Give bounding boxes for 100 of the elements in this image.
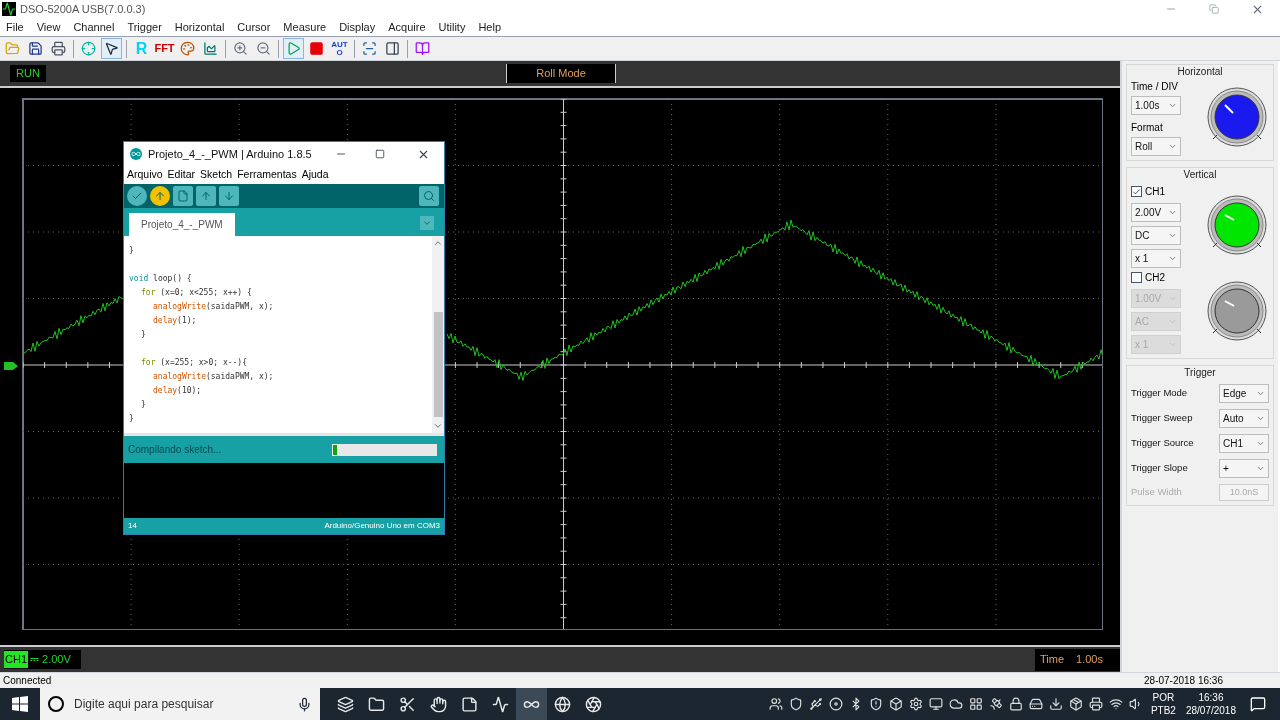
dropdown[interactable]: DC — [1131, 226, 1181, 245]
dropdown[interactable]: Roll — [1131, 137, 1181, 156]
menu-item[interactable]: Channel — [73, 18, 115, 36]
run-status: RUN — [10, 65, 46, 82]
menu-item[interactable]: Editar — [167, 167, 196, 183]
field-label: Trigger Sweep — [1131, 411, 1193, 426]
waveform-app-icon — [492, 695, 509, 713]
dropdown[interactable]: Edge — [1219, 384, 1269, 403]
disc-icon[interactable] — [828, 697, 843, 711]
monitor-icon[interactable] — [928, 697, 943, 711]
menu-item[interactable]: Cursor — [237, 18, 271, 36]
shield-alert-icon[interactable] — [868, 697, 883, 711]
people-icon[interactable] — [768, 697, 783, 711]
package-icon[interactable] — [1068, 697, 1083, 711]
field-label: Trigger Source — [1131, 436, 1194, 451]
menu-item[interactable]: Acquire — [388, 18, 426, 36]
code-line: } — [141, 399, 146, 411]
lock-icon[interactable] — [1008, 697, 1023, 711]
scissors-icon — [399, 695, 416, 713]
box-icon[interactable] — [888, 697, 903, 711]
menu-item[interactable]: Measure — [283, 18, 327, 36]
mode-indicator: Roll Mode — [506, 64, 616, 83]
channel-badge: CH1 — [4, 651, 28, 668]
menu-item[interactable]: Ajuda — [301, 167, 329, 183]
menu-item[interactable]: Arquivo — [127, 167, 163, 183]
dropdown[interactable]: CH1 — [1219, 434, 1269, 453]
wifi-icon[interactable] — [1108, 697, 1123, 711]
menu-item[interactable]: File — [6, 18, 24, 36]
toolbar-button[interactable]: AUTO — [329, 38, 350, 59]
caret-icon — [1256, 389, 1265, 398]
time-value: 1.00s — [1076, 652, 1103, 668]
shield-icon[interactable] — [788, 697, 803, 711]
input-language[interactable]: POR — [1152, 691, 1175, 704]
menu-item[interactable]: Help — [478, 18, 502, 36]
sketch-tab[interactable]: Projeto_4_-_PWM — [129, 213, 235, 236]
checkbox[interactable] — [1131, 186, 1142, 197]
code-editor[interactable]: } void loop() { for (x=0; x<255; x++) { analogWrite(saidaPWM, x); delay(1); } for (x=255; x>0; x--){ analogWrite(saidaPWM, x); delay(10); } } — [124, 236, 432, 433]
keyboard-layout[interactable]: PTB2 — [1150, 704, 1176, 717]
code-line: for (x=255; x>0; x--){ — [141, 357, 247, 369]
dropdown[interactable]: + — [1219, 459, 1269, 478]
connection-status: Connected — [3, 674, 52, 688]
start-icon[interactable] — [12, 696, 28, 712]
capture-icon — [362, 41, 377, 56]
channel-knob[interactable] — [1205, 195, 1269, 257]
usb-icon[interactable] — [808, 697, 823, 711]
field-label: Time / DIV — [1131, 80, 1179, 94]
dropdown[interactable]: 2.00V — [1131, 203, 1181, 222]
field-label: Trigger Slope — [1131, 461, 1188, 476]
caret-icon — [1168, 254, 1177, 263]
clock-date[interactable]: 28/07/2018 — [1185, 704, 1236, 717]
area-chart-icon — [203, 41, 218, 56]
menu-item[interactable]: Horizontal — [174, 18, 225, 36]
stop-icon — [309, 41, 324, 56]
menu-item[interactable]: Sketch — [200, 167, 233, 183]
field-label: Pulse Width — [1131, 485, 1182, 500]
drive-icon[interactable] — [1028, 697, 1043, 711]
time-knob[interactable] — [1205, 86, 1269, 149]
code-line: for (x=0; x<255; x++) { — [141, 287, 252, 299]
notification-icon[interactable] — [1250, 696, 1266, 712]
menu-item[interactable]: Utility — [438, 18, 466, 36]
toolbar-button[interactable] — [101, 38, 122, 59]
channel-knob[interactable] — [1205, 281, 1269, 343]
checkbox[interactable] — [1131, 272, 1142, 283]
caret-icon — [1256, 464, 1265, 473]
download-icon[interactable] — [1048, 697, 1063, 711]
menu-item[interactable]: Ferramentas — [237, 167, 297, 183]
dropdown[interactable]: Auto — [1219, 409, 1269, 428]
toolbar-button[interactable]: FFT — [154, 38, 175, 59]
group-title: Vertical — [1183, 168, 1217, 182]
scrollbar[interactable] — [432, 236, 444, 433]
verify-icon — [131, 190, 143, 202]
caret-icon — [1256, 439, 1265, 448]
maximize-icon[interactable] — [375, 149, 385, 159]
note-icon — [461, 695, 478, 713]
glove-icon — [430, 695, 447, 713]
folder-icon — [368, 695, 385, 713]
satellite-icon[interactable] — [988, 697, 1003, 711]
dropdown[interactable]: x 1 — [1131, 249, 1181, 268]
upload-icon — [154, 190, 166, 202]
open-folder-icon — [5, 41, 20, 56]
clock-time[interactable]: 16:36 — [1198, 691, 1224, 704]
caret-icon — [1168, 101, 1177, 110]
dropdown[interactable]: 1.00s — [1131, 96, 1181, 115]
aperture-icon — [585, 695, 602, 713]
field-label: Trigger Mode — [1131, 386, 1188, 401]
grid-icon[interactable] — [968, 697, 983, 711]
group-title: Trigger — [1184, 366, 1216, 380]
menu-item[interactable]: Display — [339, 18, 376, 36]
sketch-tool-button[interactable] — [150, 186, 170, 206]
taskbar-app[interactable] — [516, 688, 547, 720]
sketch-tool-button[interactable] — [127, 186, 147, 206]
printer-icon[interactable] — [1088, 697, 1103, 711]
menu-item[interactable]: Trigger — [127, 18, 162, 36]
menu-item[interactable]: View — [36, 18, 61, 36]
search-field[interactable]: Digite aqui para pesquisar — [40, 688, 320, 720]
save-icon — [28, 41, 43, 56]
scroll-down-icon[interactable] — [433, 421, 443, 431]
settings-icon[interactable] — [908, 697, 923, 711]
cloud-icon[interactable] — [948, 697, 963, 711]
scroll-up-icon[interactable] — [433, 238, 443, 248]
